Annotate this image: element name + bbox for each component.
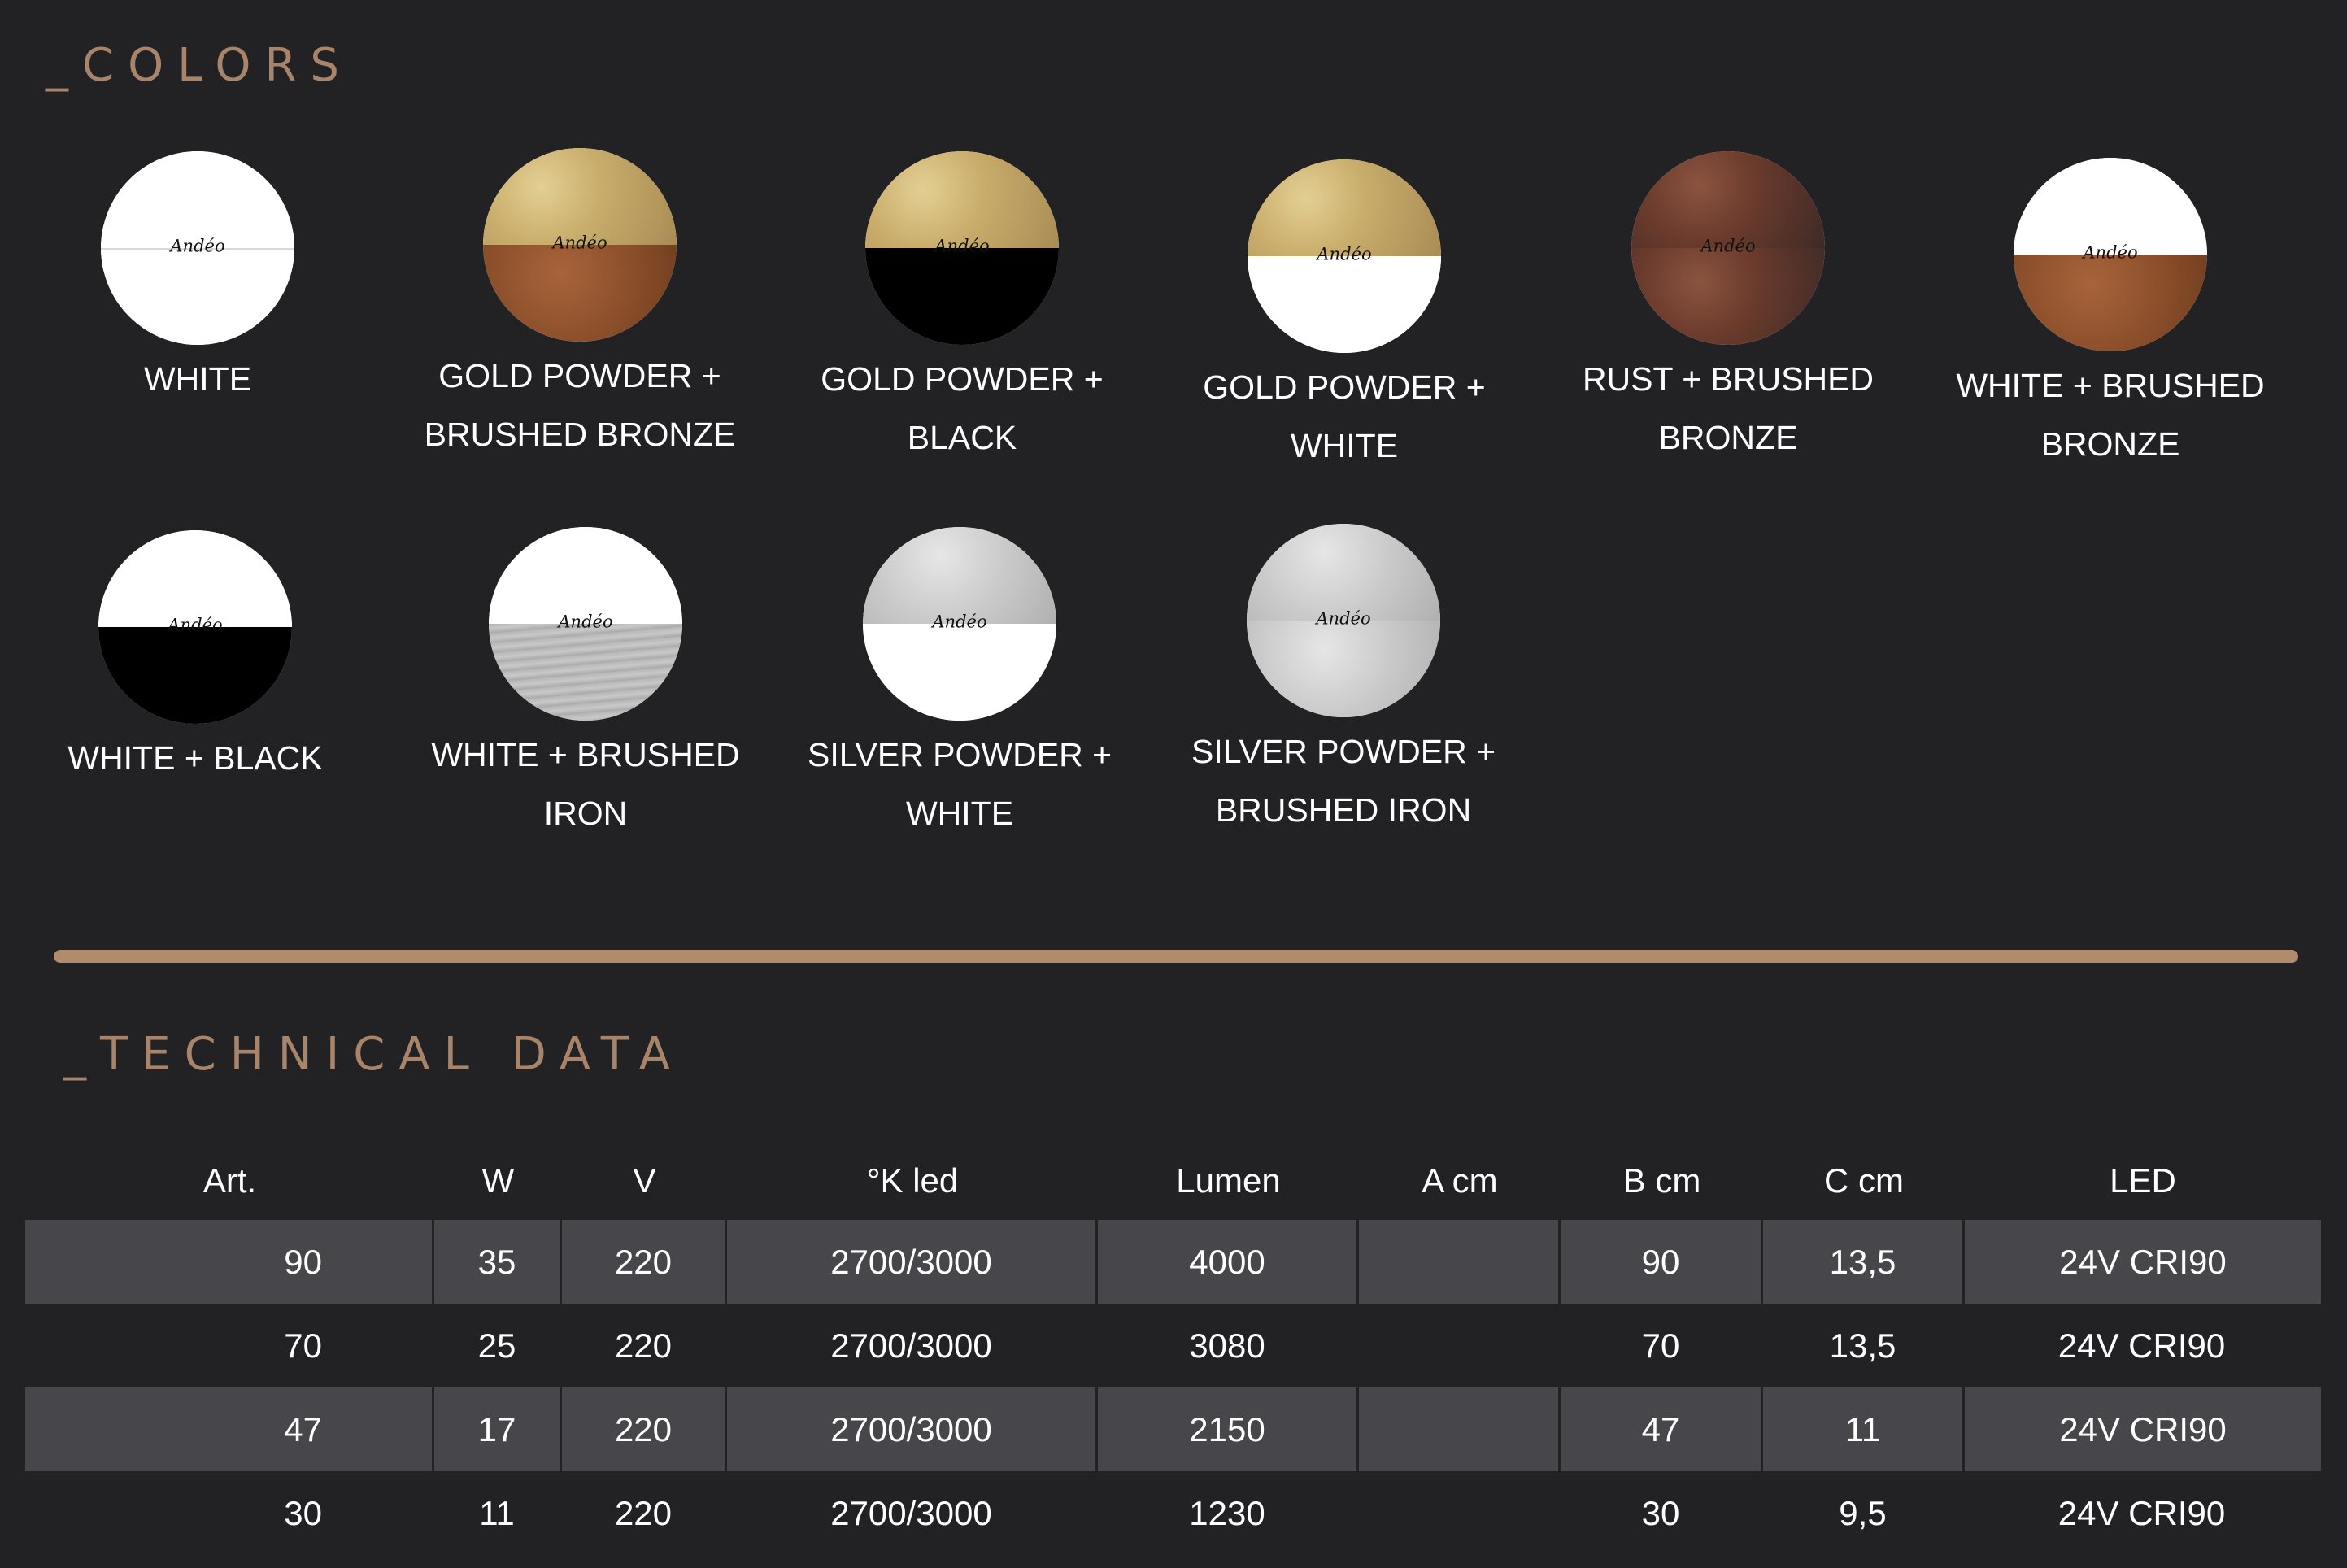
colors-section-title: _COLORS (46, 39, 353, 92)
swatch-circle: Andéo (483, 148, 677, 342)
technical-data-title: _TECHNICAL DATA (63, 1028, 684, 1081)
cell-lumen: 2150 (1098, 1387, 1359, 1471)
color-swatch-white-iron[interactable]: Andéo WHITE + BRUSHED IRON (407, 527, 764, 843)
cell-art: 47 (25, 1387, 434, 1471)
cell-w: 17 (434, 1387, 562, 1471)
cell-c-cm: 13,5 (1829, 1326, 1896, 1365)
color-swatch-silver-iron[interactable]: Andéo SILVER POWDER + BRUSHED IRON (1165, 524, 1522, 839)
table-row: 47 17 220 2700/3000 2150 47 11 24V CRI90 (25, 1387, 2321, 1471)
swatch-label: RUST + BRUSHED BRONZE (1582, 360, 1875, 456)
brand-mark: Andéo (552, 233, 607, 253)
table-row: 30 11 220 2700/3000 1230 30 9,5 24V CRI9… (25, 1471, 2321, 1555)
cell-k-led: 2700/3000 (727, 1387, 1098, 1471)
table-header-row: Art. W V °K led Lumen A cm B cm C cm LED (25, 1142, 2321, 1220)
color-swatch-white-bronze[interactable]: Andéo WHITE + BRUSHED BRONZE (1931, 158, 2289, 473)
header-v: V (633, 1161, 656, 1200)
cell-art: 30 (284, 1493, 322, 1532)
color-swatch-white[interactable]: Andéo WHITE (19, 151, 377, 408)
swatch-circle: Andéo (1248, 159, 1441, 353)
cell-k-led: 2700/3000 (830, 1326, 992, 1365)
brand-mark: Andéo (1317, 244, 1372, 264)
cell-c-cm: 13,5 (1763, 1220, 1965, 1304)
swatch-circle: Andéo (863, 527, 1056, 721)
swatch-circle: Andéo (2014, 158, 2207, 351)
cell-v: 220 (562, 1387, 727, 1471)
cell-lumen: 3080 (1189, 1326, 1265, 1365)
cell-k-led: 2700/3000 (830, 1493, 992, 1532)
swatch-circle: Andéo (98, 530, 292, 724)
color-swatch-rust-bronze[interactable]: Andéo RUST + BRUSHED BRONZE (1549, 151, 1907, 467)
swatch-label: GOLD POWDER + BLACK (821, 360, 1104, 456)
swatch-label: SILVER POWDER + WHITE (807, 736, 1113, 832)
cell-a-cm (1359, 1471, 1561, 1555)
swatch-circle: Andéo (101, 151, 294, 345)
cell-a-cm (1359, 1304, 1561, 1387)
cell-art: 90 (25, 1220, 434, 1304)
header-w: W (481, 1161, 515, 1200)
swatch-label: WHITE + BRUSHED BRONZE (1956, 367, 2265, 463)
cell-b-cm: 30 (1641, 1493, 1680, 1532)
swatch-circle: Andéo (1631, 151, 1825, 345)
swatch-circle: Andéo (489, 527, 682, 721)
swatch-label: WHITE + BLACK (67, 739, 323, 777)
brand-mark: Andéo (934, 236, 990, 256)
header-a-cm: A cm (1422, 1161, 1498, 1200)
section-divider (54, 950, 2298, 963)
swatch-circle: Andéo (865, 151, 1059, 345)
cell-w: 35 (434, 1220, 562, 1304)
cell-led: 24V CRI90 (1965, 1220, 2321, 1304)
swatch-label: SILVER POWDER + BRUSHED IRON (1191, 733, 1496, 829)
header-led: LED (2110, 1161, 2176, 1200)
cell-b-cm: 70 (1641, 1326, 1680, 1365)
cell-b-cm: 47 (1561, 1387, 1763, 1471)
table-row: 70 25 220 2700/3000 3080 70 13,5 24V CRI… (25, 1304, 2321, 1387)
brand-mark: Andéo (170, 236, 225, 256)
header-b-cm: B cm (1622, 1161, 1701, 1200)
cell-led: 24V CRI90 (1965, 1387, 2321, 1471)
color-swatch-gold-bronze[interactable]: Andéo GOLD POWDER + BRUSHED BRONZE (401, 148, 759, 464)
cell-w: 11 (479, 1493, 515, 1532)
cell-lumen: 1230 (1189, 1493, 1265, 1532)
cell-lumen: 4000 (1098, 1220, 1359, 1304)
header-k-led: °K led (866, 1161, 959, 1200)
swatch-circle: Andéo (1247, 524, 1440, 717)
brand-mark: Andéo (558, 612, 613, 632)
cell-v: 220 (614, 1493, 673, 1532)
swatch-label: GOLD POWDER + WHITE (1203, 368, 1486, 464)
color-swatch-gold-black[interactable]: Andéo GOLD POWDER + BLACK (783, 151, 1141, 467)
cell-led: 24V CRI90 (2057, 1326, 2226, 1365)
cell-c-cm: 11 (1763, 1387, 1965, 1471)
header-c-cm: C cm (1824, 1161, 1904, 1200)
cell-v: 220 (562, 1220, 727, 1304)
cell-v: 220 (614, 1326, 673, 1365)
cell-a-cm (1359, 1387, 1561, 1471)
header-lumen: Lumen (1176, 1161, 1281, 1200)
cell-art: 70 (284, 1326, 322, 1365)
swatch-label: WHITE + BRUSHED IRON (431, 736, 740, 832)
cell-c-cm: 9,5 (1839, 1493, 1887, 1532)
cell-b-cm: 90 (1561, 1220, 1763, 1304)
cell-w: 25 (477, 1326, 516, 1365)
header-art: Art. (202, 1161, 257, 1200)
color-swatch-gold-white[interactable]: Andéo GOLD POWDER + WHITE (1165, 159, 1523, 475)
swatch-label: GOLD POWDER + BRUSHED BRONZE (424, 357, 736, 453)
brand-mark: Andéo (2083, 242, 2138, 263)
color-swatch-white-black[interactable]: Andéo WHITE + BLACK (16, 530, 374, 787)
brand-mark: Andéo (932, 612, 987, 632)
brand-mark: Andéo (1316, 608, 1371, 629)
table-row: 90 35 220 2700/3000 4000 90 13,5 24V CRI… (25, 1220, 2321, 1304)
brand-mark: Andéo (1700, 236, 1756, 256)
swatch-label: WHITE (143, 360, 252, 398)
technical-data-table: Art. W V °K led Lumen A cm B cm C cm LED… (25, 1142, 2321, 1555)
cell-led: 24V CRI90 (2057, 1493, 2226, 1532)
color-swatch-silver-white[interactable]: Andéo SILVER POWDER + WHITE (781, 527, 1139, 843)
cell-k-led: 2700/3000 (727, 1220, 1098, 1304)
cell-a-cm (1359, 1220, 1561, 1304)
brand-mark: Andéo (168, 615, 223, 635)
